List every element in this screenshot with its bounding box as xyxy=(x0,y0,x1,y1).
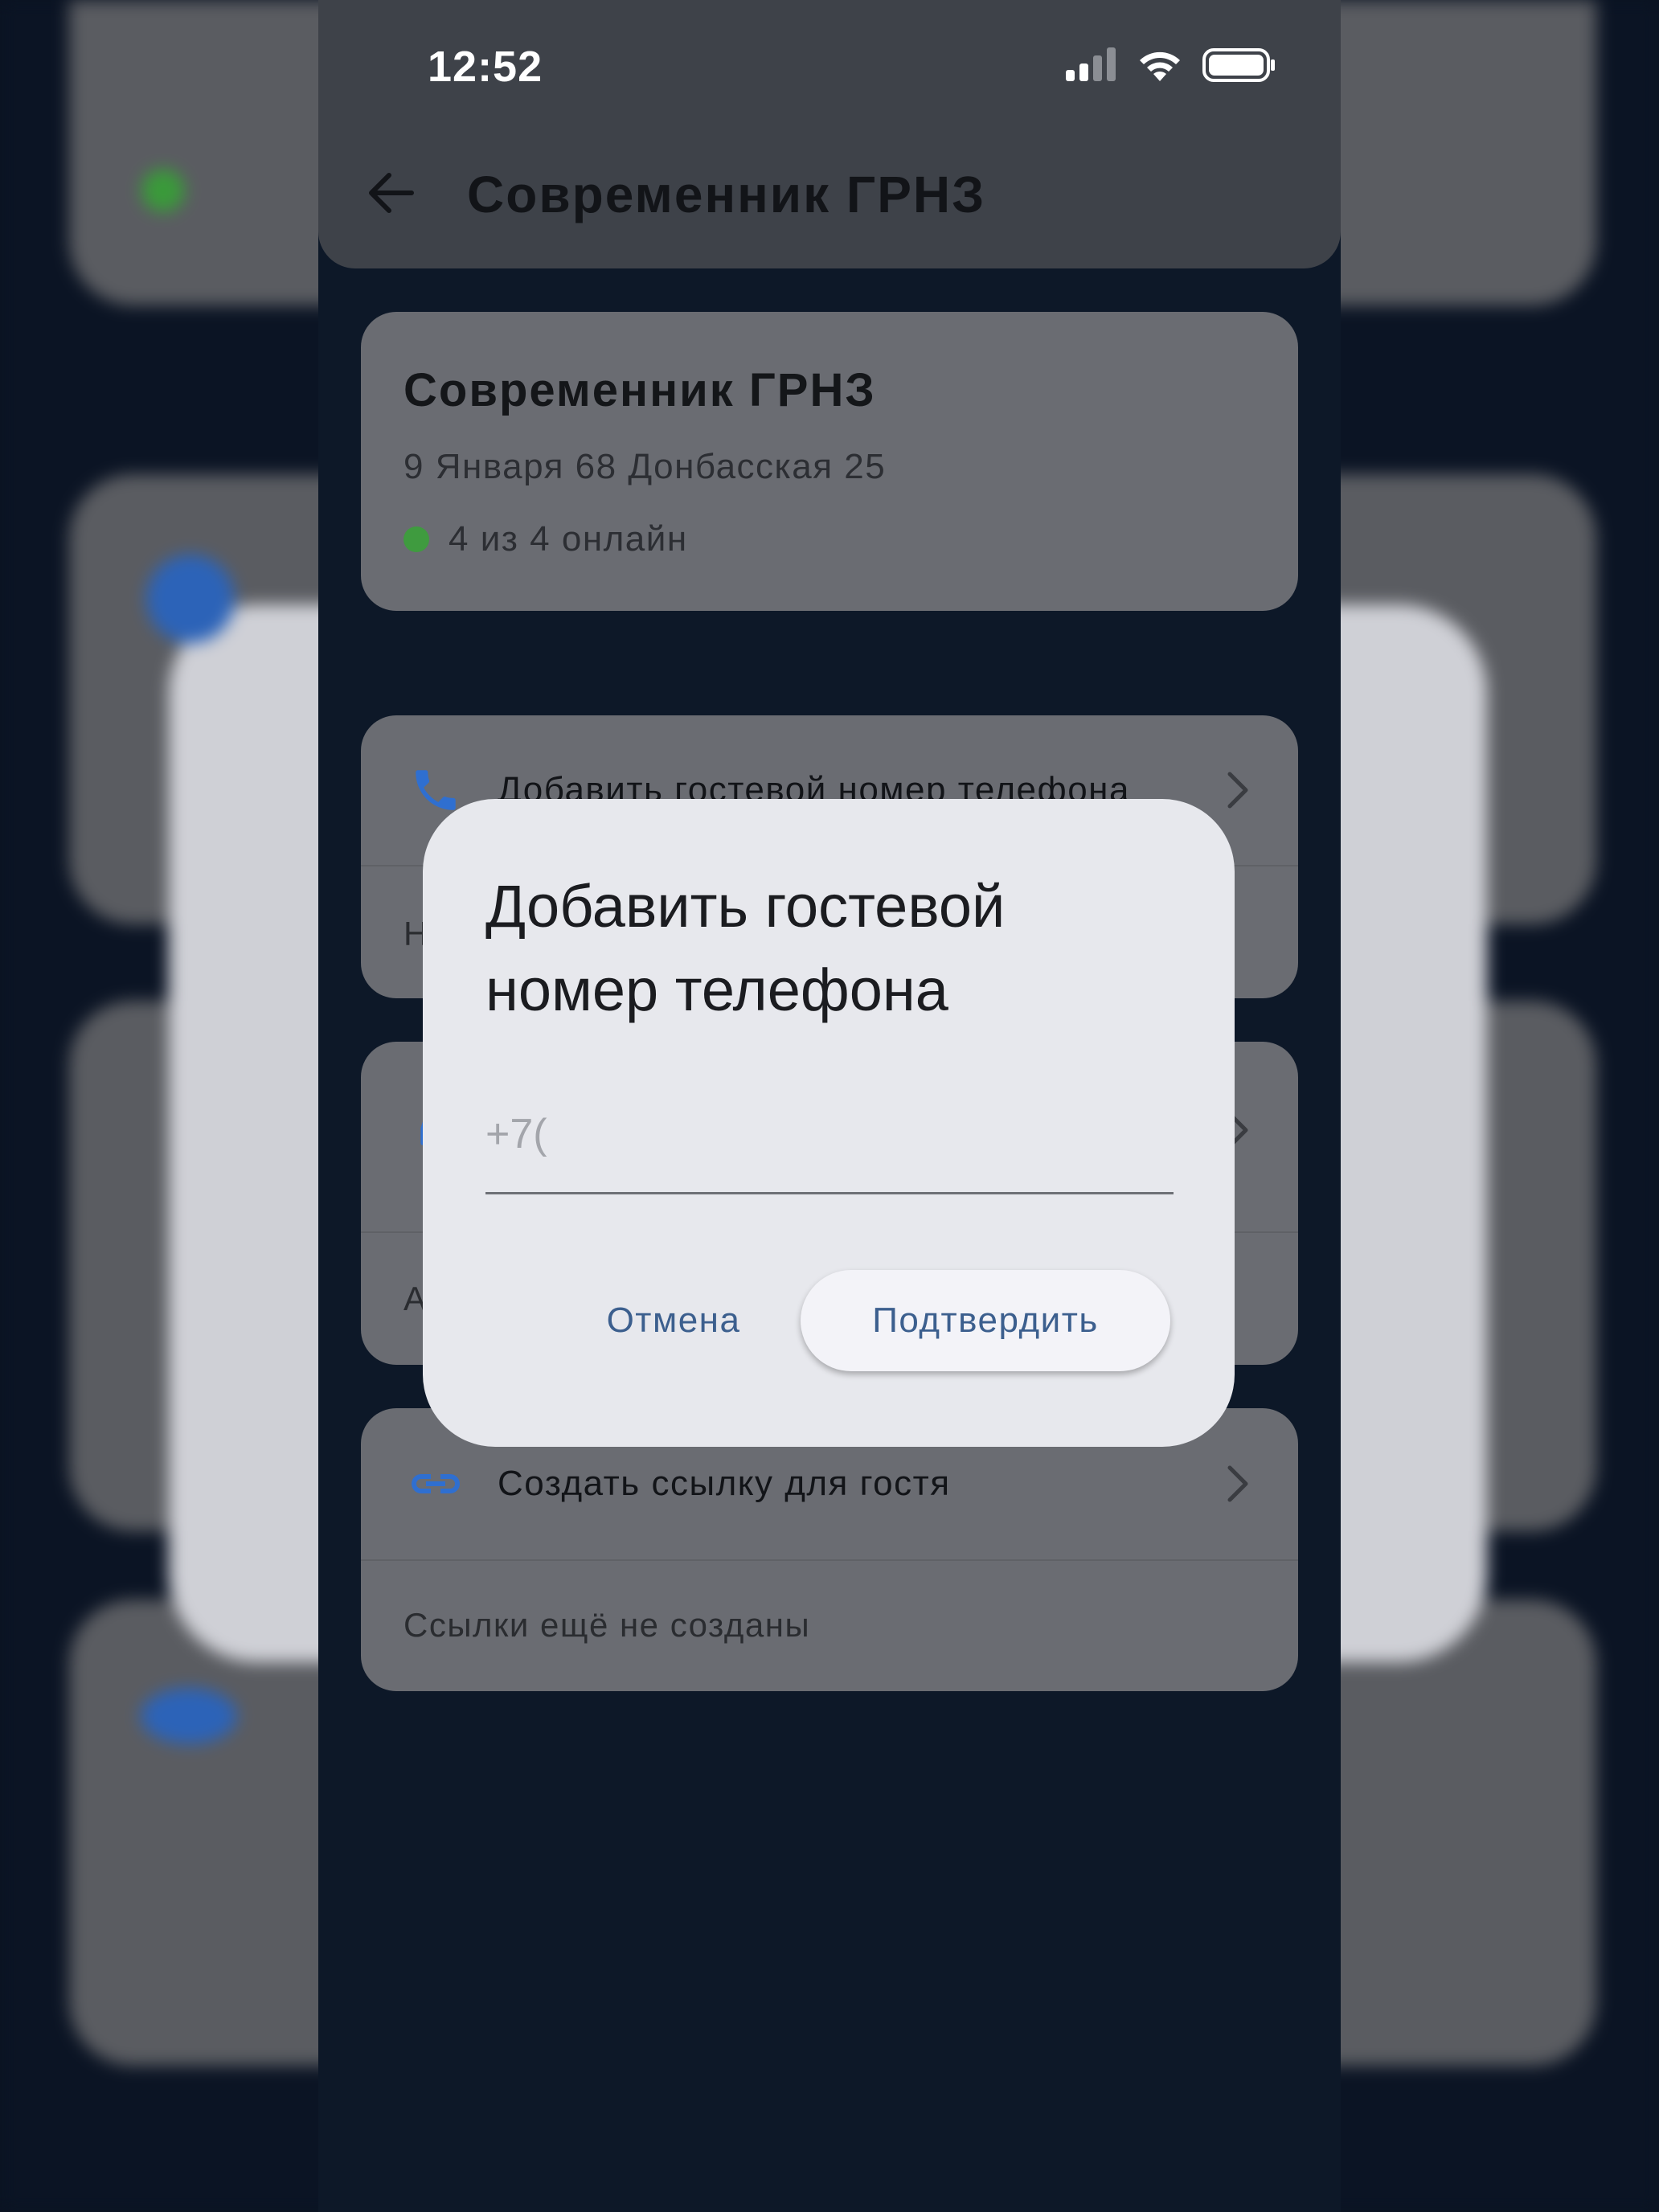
battery-icon xyxy=(1202,47,1276,87)
online-status-text: 4 из 4 онлайн xyxy=(449,519,688,559)
divider xyxy=(361,1559,1298,1561)
app-bar: 12:52 Современник ГРНЗ xyxy=(318,0,1341,268)
create-guest-link-label: Создать ссылку для гостя xyxy=(498,1464,951,1503)
building-address: 9 Января 68 Донбасская 25 xyxy=(403,447,887,486)
status-icons xyxy=(1066,47,1276,87)
guest-link-card: Создать ссылку для гостя Ссылки ещё не с… xyxy=(361,1408,1298,1691)
dialog-title: Добавить гостевой номер телефона xyxy=(485,873,1006,1023)
background-phone-icon xyxy=(146,555,235,643)
cancel-button[interactable]: Отмена xyxy=(593,1270,754,1371)
wifi-icon xyxy=(1137,47,1183,87)
guest-links-empty-note: Ссылки ещё не созданы xyxy=(403,1606,811,1644)
building-title: Современник ГРНЗ xyxy=(403,364,876,416)
chevron-right-icon xyxy=(1218,1460,1258,1508)
add-guest-phone-dialog: Добавить гостевой номер телефона Отмена … xyxy=(423,799,1235,1447)
building-info-card: Современник ГРНЗ 9 Января 68 Донбасская … xyxy=(361,312,1298,611)
chevron-right-icon xyxy=(1218,766,1258,814)
background-green-dot xyxy=(141,169,185,212)
online-status: 4 из 4 онлайн xyxy=(403,519,688,559)
online-status-dot xyxy=(403,526,429,552)
phone-screen: 12:52 Современник ГРНЗ Современник ГРНЗ … xyxy=(318,0,1341,2212)
status-time: 12:52 xyxy=(428,43,543,91)
phone-number-input[interactable] xyxy=(485,1093,1174,1194)
link-icon xyxy=(403,1452,468,1516)
cellular-signal-icon xyxy=(1066,47,1117,87)
background-link-icon xyxy=(141,1688,237,1744)
page-title: Современник ГРНЗ xyxy=(467,166,986,223)
confirm-button[interactable]: Подтвердить xyxy=(801,1270,1170,1371)
arrow-left-icon[interactable] xyxy=(358,161,423,225)
